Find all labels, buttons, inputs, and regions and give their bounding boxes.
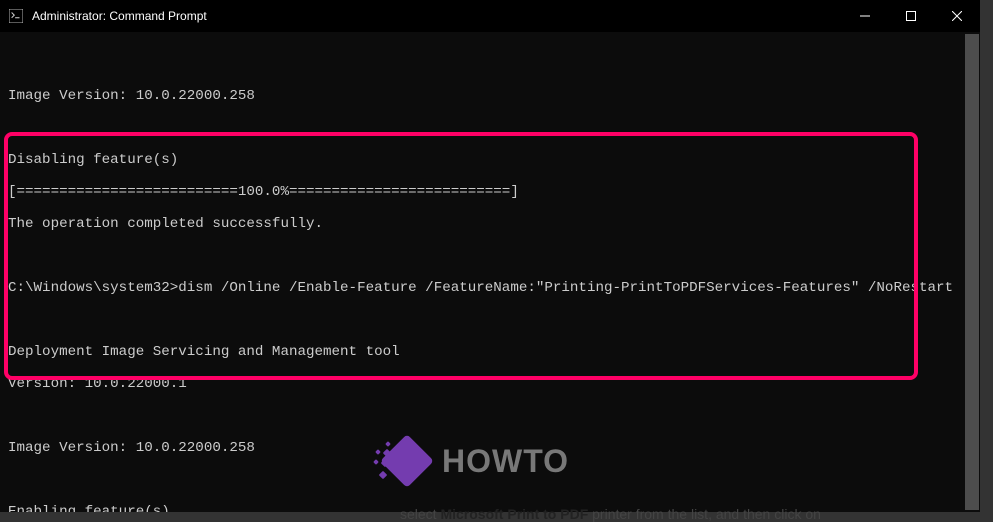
terminal-line: Version: 10.0.22000.1	[8, 376, 972, 392]
terminal-line: [==========================100.0%=======…	[8, 184, 972, 200]
terminal-line: Deployment Image Servicing and Managemen…	[8, 344, 972, 360]
terminal-line: C:\Windows\system32>dism /Online /Enable…	[8, 280, 972, 296]
terminal-line	[8, 408, 972, 424]
cmd-icon	[8, 8, 24, 24]
terminal-line: Disabling feature(s)	[8, 152, 972, 168]
maximize-button[interactable]	[888, 0, 934, 32]
terminal-line	[8, 120, 972, 136]
bg-text-prefix: select	[400, 506, 440, 522]
bg-text-suffix: printer from the list, and then click on	[588, 506, 821, 522]
command-prompt-window: Administrator: Command Prompt Image Vers…	[0, 0, 980, 512]
watermark-logo-icon	[372, 432, 430, 490]
terminal-line	[8, 312, 972, 328]
terminal-line: The operation completed successfully.	[8, 216, 972, 232]
titlebar[interactable]: Administrator: Command Prompt	[0, 0, 980, 32]
watermark-text: HOWTO	[442, 443, 569, 480]
terminal-line: Image Version: 10.0.22000.258	[8, 88, 972, 104]
scrollbar-thumb[interactable]	[965, 34, 979, 510]
window-title: Administrator: Command Prompt	[32, 9, 207, 23]
watermark: HOWTO	[372, 432, 569, 490]
window-controls	[842, 0, 980, 32]
minimize-button[interactable]	[842, 0, 888, 32]
terminal-line	[8, 56, 972, 72]
terminal-line	[8, 248, 972, 264]
bg-text-bold: Microsoft Print to PDF	[440, 506, 588, 522]
close-button[interactable]	[934, 0, 980, 32]
background-article-text: select Microsoft Print to PDF printer fr…	[400, 506, 821, 522]
